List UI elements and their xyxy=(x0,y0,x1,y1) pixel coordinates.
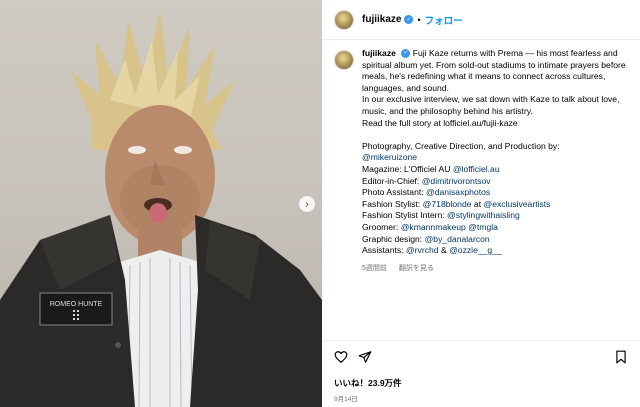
follow-button[interactable]: フォロー xyxy=(425,13,463,27)
share-icon[interactable] xyxy=(358,350,372,364)
actions-bar: いいね！23.9万件 9月14日 xyxy=(322,340,640,407)
avatar[interactable] xyxy=(334,9,354,30)
credit-handle[interactable]: @ xyxy=(466,222,477,232)
credit-handle[interactable]: @dimitrivorontsov xyxy=(422,176,491,186)
header-separator: • xyxy=(417,14,421,25)
heart-icon[interactable] xyxy=(334,350,348,364)
caption-avatar[interactable] xyxy=(334,50,354,70)
credit-line: Assistants: @rvrchd & @ozzie__g__ xyxy=(362,245,502,256)
credit-handle[interactable]: @ozzie__g__ xyxy=(449,245,502,255)
credit-handle[interactable]: @rvrchd xyxy=(406,245,439,255)
jacket-patch xyxy=(39,292,113,326)
verified-icon: ✓ xyxy=(401,49,411,59)
instagram-post: ROMEO HUNTE › fujiikaze ✓ • フォロー fujiika… xyxy=(0,0,640,407)
credit-line: Editor-in-Chief: @dimitrivorontsov xyxy=(362,175,491,186)
post-date: 9月14日 xyxy=(334,396,358,403)
translate-link[interactable]: 翻訳を見る xyxy=(399,265,434,272)
credit-handle[interactable]: @by_danalarcon xyxy=(425,234,490,244)
credit-handle[interactable]: @lofficiel.au xyxy=(453,164,500,174)
verified-icon: ✓ xyxy=(404,15,414,24)
credit-handle[interactable]: @mikeruizone xyxy=(362,152,417,162)
post-header: fujiikaze ✓ • フォロー xyxy=(322,0,640,40)
header-username[interactable]: fujiikaze xyxy=(362,14,401,25)
credit-line: Fashion Stylist Intern: @stylingwithaisl… xyxy=(362,210,520,221)
credit-line: Magazine: L'Officiel AU @lofficiel.au xyxy=(362,163,500,174)
bookmark-icon[interactable] xyxy=(614,350,628,364)
caption-text: fujiikaze ✓ Fuji Kaze returns with Prema… xyxy=(362,48,628,274)
post-sidebar: fujiikaze ✓ • フォロー fujiikaze ✓ Fuji Kaze… xyxy=(322,0,640,407)
credit-line: Fashion Stylist: @718blonde at @exclusiv… xyxy=(362,198,551,209)
credit-handle[interactable]: @danisaxphotos xyxy=(426,187,490,197)
time-ago: 5週間前 xyxy=(362,264,387,272)
post-photo[interactable]: ROMEO HUNTE › xyxy=(0,0,322,407)
credit-line: Groomer: @kmannmakeup @tmgla xyxy=(362,221,498,232)
credit-handle[interactable]: tmgla xyxy=(477,222,498,232)
portrait-illustration: ROMEO HUNTE xyxy=(0,10,322,407)
credit-handle[interactable]: @stylingwithaisling xyxy=(447,210,520,220)
caption-line: In our exclusive interview, we sat down … xyxy=(362,94,620,116)
credits-heading: Photography, Creative Direction, and Pro… xyxy=(362,140,560,151)
caption-meta: 5週間前 翻訳を見る xyxy=(362,263,628,275)
caption: fujiikaze ✓ Fuji Kaze returns with Prema… xyxy=(334,48,628,274)
next-photo-button[interactable]: › xyxy=(299,196,315,212)
jacket-patch-text: ROMEO HUNTE xyxy=(50,301,103,308)
likes-count[interactable]: いいね！23.9万件 xyxy=(334,377,402,389)
credit-handle[interactable]: @exclusiveartists xyxy=(483,199,550,209)
caption-line: Read the full story at lofficiel.au/fuji… xyxy=(362,117,518,128)
credit-handle[interactable]: @kmannmakeup xyxy=(401,222,466,232)
credit-handle[interactable]: @718blonde xyxy=(423,199,472,209)
credit-line: Photo Assistant: @danisaxphotos xyxy=(362,187,491,198)
post-actions xyxy=(334,350,372,364)
save-button[interactable] xyxy=(614,350,628,369)
caption-username[interactable]: fujiikaze xyxy=(362,48,396,58)
credit-line: Graphic design: @by_danalarcon xyxy=(362,233,490,244)
chevron-right-icon: › xyxy=(305,198,309,210)
comments-area: fujiikaze ✓ Fuji Kaze returns with Prema… xyxy=(322,40,640,340)
